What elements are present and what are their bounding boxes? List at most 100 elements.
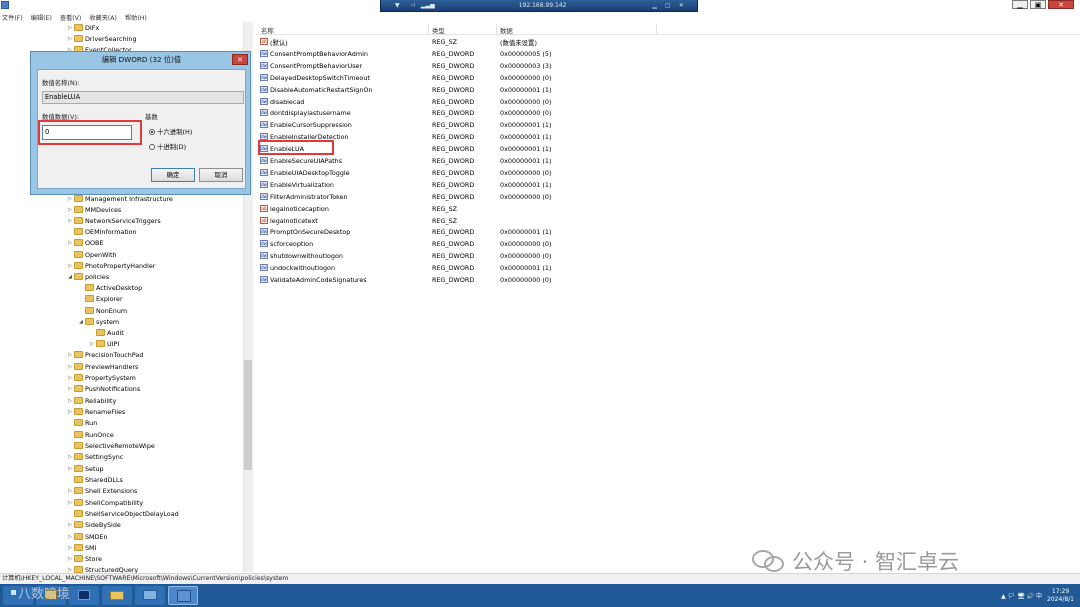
value-row[interactable]: dw disablecad REG_DWORD 0x00000000 (0) (256, 96, 1080, 107)
tree-item[interactable]: SharedDLLs (67, 474, 123, 485)
minimize-button[interactable]: ▁ (1012, 0, 1028, 9)
menu-view[interactable]: 查看(V) (60, 13, 81, 22)
expand-arrow-icon[interactable]: ◢ (78, 319, 84, 325)
expand-arrow-icon[interactable]: ▷ (67, 500, 73, 506)
tree-item[interactable]: ▷ SideBySide (67, 519, 121, 530)
column-divider[interactable] (496, 24, 497, 35)
value-row[interactable]: dw EnableCursorSuppression REG_DWORD 0x0000… (256, 119, 1080, 130)
tree-item[interactable]: ▷ Setup (67, 463, 104, 474)
tree-item[interactable]: ▷ RenameFiles (67, 406, 125, 417)
value-row[interactable]: ab (默认) REG_SZ (数值未设置) (256, 36, 1080, 47)
expand-arrow-icon[interactable]: ▷ (67, 534, 73, 540)
value-row[interactable]: dw DisableAutomaticRestartSignOn REG_DWORD… (256, 84, 1080, 95)
tree-item[interactable]: RunOnce (67, 429, 114, 440)
tree-item[interactable]: OEMInformation (67, 226, 137, 237)
column-divider[interactable] (656, 24, 657, 35)
expand-arrow-icon[interactable]: ▷ (67, 556, 73, 562)
value-row[interactable]: dw ValidateAdminCodeSignatures REG_DWORD 0x… (256, 274, 1080, 285)
expand-arrow-icon[interactable]: ▷ (67, 218, 73, 224)
minimize-icon[interactable]: ▁ (652, 2, 657, 9)
tree-item[interactable]: ◢ policies (67, 271, 109, 282)
tree-item[interactable]: ▷ DriverSearching (67, 33, 136, 44)
hex-radio[interactable]: 十六进制(H) (149, 127, 192, 136)
taskbar-explorer[interactable] (102, 586, 132, 605)
restore-icon[interactable]: ▢ (665, 2, 671, 9)
pin-icon[interactable]: ⊣ (410, 2, 415, 9)
value-row[interactable]: dw EnableInstallerDetection REG_DWORD 0x000… (256, 131, 1080, 142)
value-row[interactable]: dw undockwithoutlogon REG_DWORD 0x00000001 … (256, 262, 1080, 273)
value-row[interactable]: dw EnableUIADesktopToggle REG_DWORD 0x00000… (256, 167, 1080, 178)
tree-item[interactable]: ▷ PushNotifications (67, 383, 140, 394)
tree-item[interactable]: ▷ Store (67, 553, 102, 564)
expand-arrow-icon[interactable]: ▷ (67, 36, 73, 42)
expand-arrow-icon[interactable]: ▷ (67, 25, 73, 31)
tree-item[interactable]: ◢ system (78, 316, 119, 327)
tree-item[interactable]: ▷ Reliability (67, 395, 116, 406)
tree-item[interactable]: ▷ MMDevices (67, 204, 121, 215)
tree-item[interactable]: ▷ PreviewHandlers (67, 361, 138, 372)
taskbar-network[interactable] (135, 586, 165, 605)
dropdown-icon[interactable]: ▼ (395, 2, 400, 9)
expand-arrow-icon[interactable]: ▷ (67, 454, 73, 460)
tree-item[interactable]: ▷ NetworkServiceTriggers (67, 215, 161, 226)
close-button[interactable]: ✕ (1048, 0, 1074, 9)
menu-favorites[interactable]: 收藏夹(A) (89, 13, 117, 22)
cancel-button[interactable]: 取消 (199, 168, 243, 182)
value-row[interactable]: dw EnableLUA REG_DWORD 0x00000001 (1) (256, 143, 1080, 154)
menu-edit[interactable]: 编辑(E) (31, 13, 52, 22)
tree-item[interactable]: ▷ OOBE (67, 237, 103, 248)
value-row[interactable]: dw EnableSecureUIAPaths REG_DWORD 0x0000000… (256, 155, 1080, 166)
expand-arrow-icon[interactable]: ▷ (67, 398, 73, 404)
value-row[interactable]: dw DelayedDesktopSwitchTimeout REG_DWORD 0x… (256, 72, 1080, 83)
dialog-close-button[interactable]: ✕ (232, 54, 248, 65)
value-row[interactable]: dw ConsentPromptBehaviorUser REG_DWORD 0x00… (256, 60, 1080, 71)
expand-arrow-icon[interactable]: ▷ (67, 207, 73, 213)
taskbar-powershell[interactable] (69, 586, 99, 605)
value-row[interactable]: dw dontdisplaylastusername REG_DWORD 0x0000… (256, 107, 1080, 118)
menu-help[interactable]: 帮助(H) (125, 13, 147, 22)
tree-item[interactable]: OpenWith (67, 249, 117, 260)
tree-item[interactable]: ▷ PrecisionTouchPad (67, 349, 143, 360)
value-row[interactable]: dw FilterAdministratorToken REG_DWORD 0x000… (256, 191, 1080, 202)
expand-arrow-icon[interactable]: ▷ (89, 341, 95, 347)
value-row[interactable]: dw ConsentPromptBehaviorAdmin REG_DWORD 0x0… (256, 48, 1080, 59)
tree-item[interactable]: ▷ SMI (67, 542, 96, 553)
value-row[interactable]: dw shutdownwithoutlogon REG_DWORD 0x0000000… (256, 250, 1080, 261)
tree-item[interactable]: Explorer (78, 293, 123, 304)
column-type[interactable]: 类型 (432, 26, 445, 35)
value-row[interactable]: dw scforceoption REG_DWORD 0x00000000 (0) (256, 238, 1080, 249)
expand-arrow-icon[interactable]: ◢ (67, 274, 73, 280)
tree-item[interactable]: ▷ SMDEn (67, 531, 108, 542)
tree-item[interactable]: Run (67, 417, 97, 428)
tree-item[interactable]: ▷ SettingSync (67, 451, 123, 462)
expand-arrow-icon[interactable]: ▷ (67, 364, 73, 370)
expand-arrow-icon[interactable]: ▷ (67, 567, 73, 573)
expand-arrow-icon[interactable]: ▷ (67, 522, 73, 528)
tree-item[interactable]: ActiveDesktop (78, 282, 142, 293)
taskbar-regedit[interactable] (168, 586, 198, 605)
expand-arrow-icon[interactable]: ▷ (67, 240, 73, 246)
column-name[interactable]: 名称 (261, 26, 274, 35)
value-row[interactable]: ab legalnoticecaption REG_SZ (256, 203, 1080, 214)
restore-button[interactable]: ▣ (1030, 0, 1046, 9)
menu-file[interactable]: 文件(F) (2, 13, 23, 22)
tree-item[interactable]: ShellServiceObjectDelayLoad (67, 508, 179, 519)
value-row[interactable]: dw PromptOnSecureDesktop REG_DWORD 0x000000… (256, 226, 1080, 237)
tree-item[interactable]: NonEnum (78, 305, 127, 316)
tree-item[interactable]: ▷ ShellCompatibility (67, 497, 143, 508)
expand-arrow-icon[interactable]: ▷ (67, 488, 73, 494)
expand-arrow-icon[interactable]: ▷ (67, 263, 73, 269)
clock[interactable]: 17:29 2024/8/1 (1047, 588, 1074, 604)
dec-radio[interactable]: 十进制(D) (149, 142, 186, 151)
close-icon[interactable]: ✕ (679, 2, 684, 9)
ok-button[interactable]: 确定 (151, 168, 195, 182)
expand-arrow-icon[interactable]: ▷ (67, 409, 73, 415)
value-row[interactable]: dw EnableVirtualization REG_DWORD 0x0000000… (256, 179, 1080, 190)
expand-arrow-icon[interactable]: ▷ (67, 352, 73, 358)
tree-item[interactable]: ▷ PhotoPropertyHandler (67, 260, 155, 271)
tray-icons[interactable]: ▲ 🏳 🖥 🔊 中 (1001, 591, 1042, 600)
tree-item[interactable]: ▷ DIFx (67, 22, 99, 33)
expand-arrow-icon[interactable]: ▷ (67, 196, 73, 202)
column-divider[interactable] (428, 24, 429, 35)
tree-scrollbar-thumb[interactable] (244, 360, 252, 470)
